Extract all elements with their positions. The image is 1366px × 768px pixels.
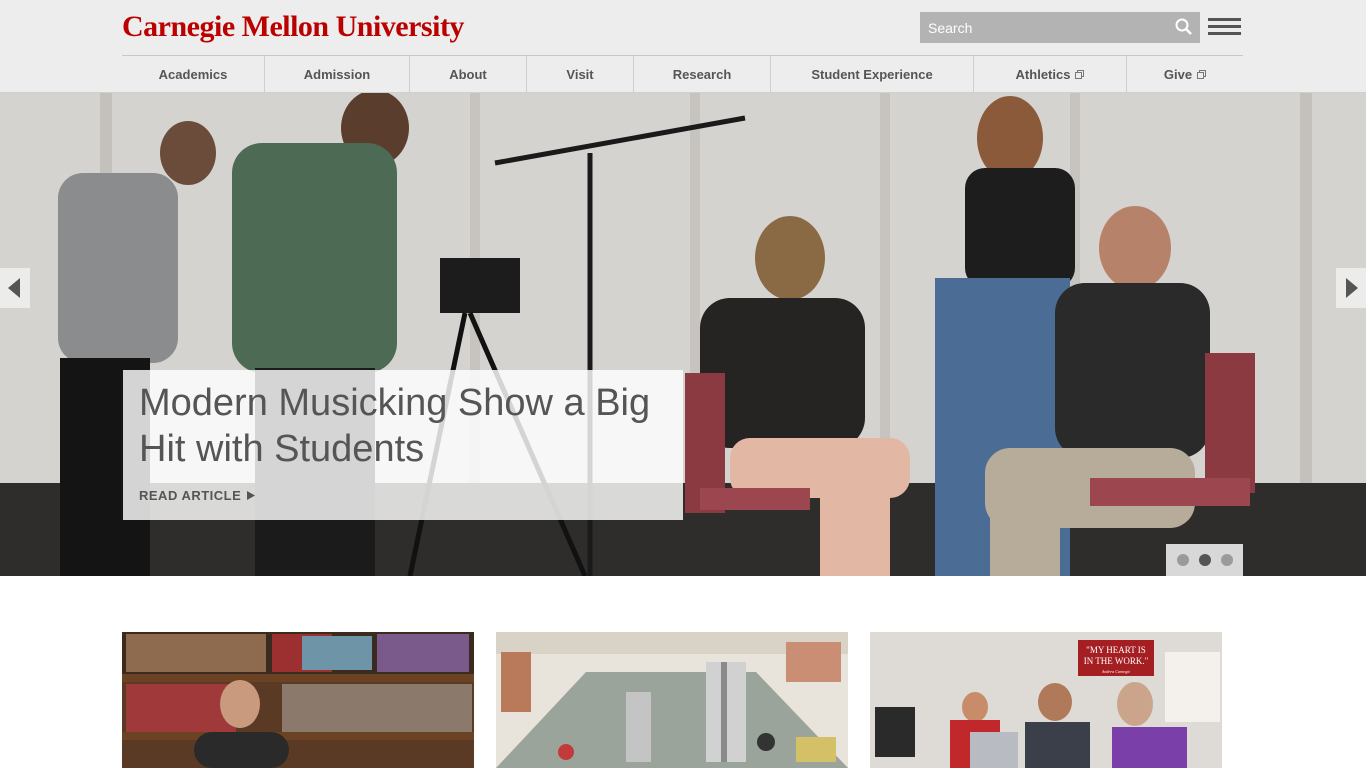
nav-label: Research [672,67,732,82]
carousel-dot-1[interactable] [1176,554,1189,566]
banner-attribution: Andrew Carnegie [1101,669,1130,674]
nav-label: About [449,67,487,82]
nav-label: Academics [158,67,228,82]
external-link-icon [1197,70,1207,79]
nav-athletics[interactable]: Athletics [974,56,1127,93]
search-box [920,12,1200,43]
search-icon[interactable] [1174,17,1194,37]
news-card-1[interactable] [122,632,474,768]
professor-bookshelf-photo [122,632,474,768]
nav-label: Admission [303,67,371,82]
external-link-icon [1075,70,1085,79]
site-header: Carnegie Mellon University Academics Adm… [0,0,1366,93]
read-article-link[interactable]: READ ARTICLE [139,488,256,503]
nav-visit[interactable]: Visit [527,56,634,93]
carousel-prev-button[interactable] [0,268,30,308]
chevron-right-icon [1346,278,1358,298]
news-card-2[interactable] [496,632,848,768]
chevron-left-icon [8,278,20,298]
hamburger-menu-icon[interactable] [1208,18,1241,38]
weight-room-photo [496,632,848,768]
hero-carousel: Modern Musicking Show a Big Hit with Stu… [0,93,1366,576]
main-nav: Academics Admission About Visit Research… [122,55,1243,93]
nav-admission[interactable]: Admission [265,56,410,93]
banner-text-2: IN THE WORK." [1084,656,1149,666]
nav-about[interactable]: About [410,56,527,93]
nav-research[interactable]: Research [634,56,771,93]
arrow-right-icon [247,491,256,500]
students-laptop-lab-photo: "MY HEART IS IN THE WORK." Andrew Carneg… [870,632,1222,768]
banner-text-1: "MY HEART IS [1086,645,1146,655]
nav-label: Visit [566,67,594,82]
news-card-3[interactable]: "MY HEART IS IN THE WORK." Andrew Carneg… [870,632,1222,768]
hero-caption: Modern Musicking Show a Big Hit with Stu… [123,370,683,520]
nav-label: Student Experience [811,67,933,82]
nav-academics[interactable]: Academics [122,56,265,93]
search-input[interactable] [920,12,1170,43]
carousel-dot-3[interactable] [1220,554,1233,566]
read-article-label: READ ARTICLE [139,488,242,503]
carousel-dot-2[interactable] [1198,554,1211,566]
university-logo[interactable]: Carnegie Mellon University [122,10,464,44]
carousel-dots [1166,544,1243,576]
nav-student-experience[interactable]: Student Experience [771,56,974,93]
nav-label: Give [1163,67,1193,82]
carousel-next-button[interactable] [1336,268,1366,308]
nav-label: Athletics [1015,67,1071,82]
hero-title[interactable]: Modern Musicking Show a Big Hit with Stu… [139,380,667,472]
nav-give[interactable]: Give [1127,56,1243,93]
